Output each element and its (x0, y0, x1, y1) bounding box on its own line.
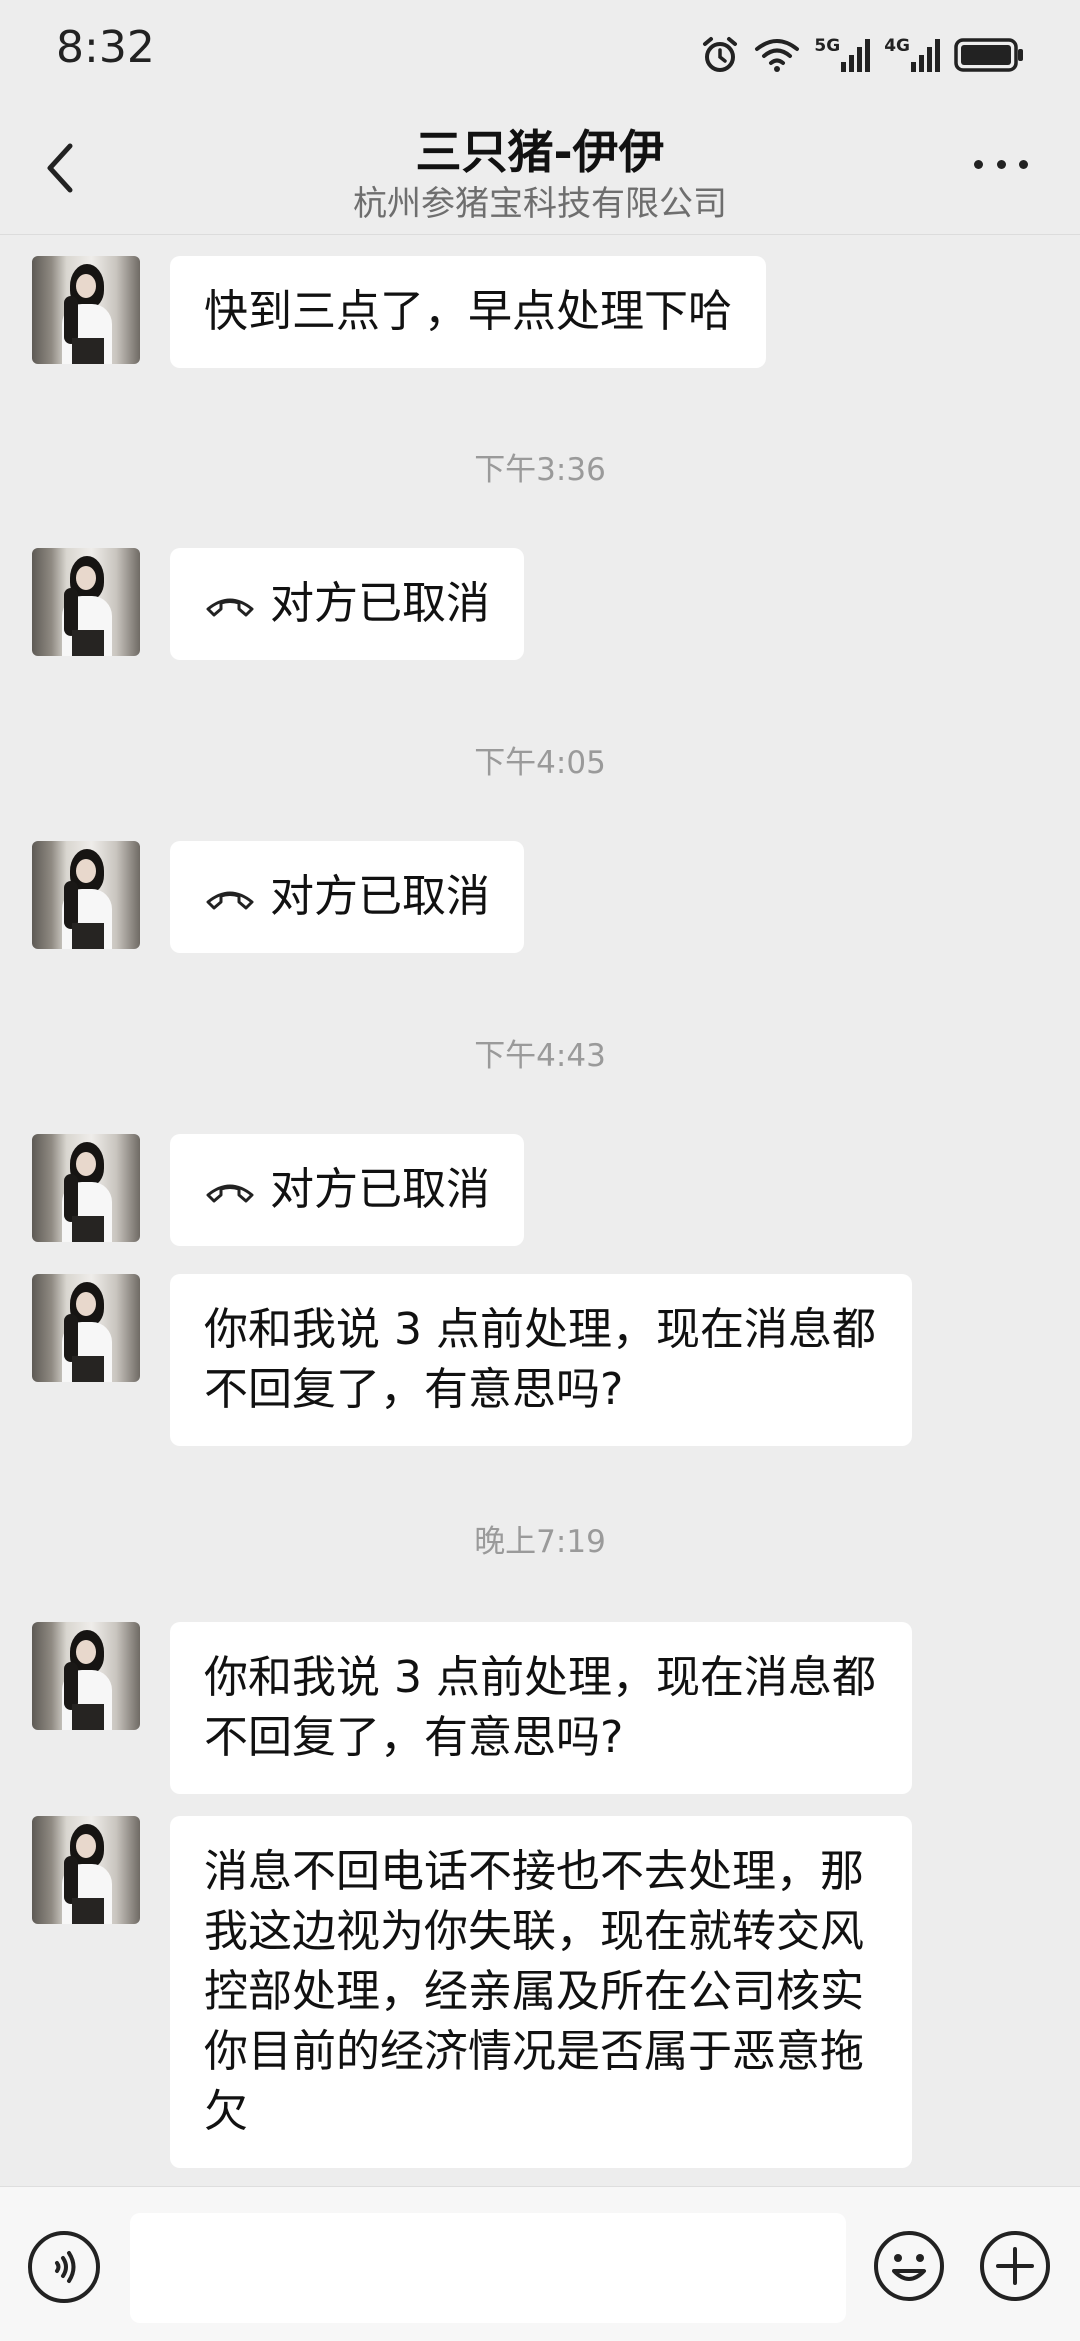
message-text: 你和我说 3 点前处理，现在消息都 (204, 1652, 876, 1703)
avatar[interactable] (32, 548, 140, 656)
contact-name: 三只猪-伊伊 (415, 125, 665, 179)
signal-bars-icon (911, 39, 940, 72)
emoji-icon (874, 2231, 944, 2301)
chat-messages[interactable]: 快到三点了，早点处理下哈 下午3:36 对方已取消 下午4:05 对方已取消 下… (0, 236, 1080, 2186)
chat-header: 三只猪-伊伊 杭州参猪宝科技有限公司 (0, 104, 1080, 235)
voice-icon (55, 2251, 76, 2283)
message-text: 不回复了，有意思吗? (204, 1712, 624, 1763)
avatar[interactable] (32, 841, 140, 949)
call-status-text: 对方已取消 (270, 578, 490, 629)
avatar[interactable] (32, 256, 140, 364)
network-5g-label: 5G (814, 36, 841, 56)
avatar[interactable] (32, 1134, 140, 1242)
message-input[interactable] (130, 2213, 846, 2323)
phone-hangup-icon (206, 891, 254, 910)
message-text: 控部处理，经亲属及所在公司核实 (204, 1966, 864, 2017)
plus-button[interactable] (978, 2229, 1052, 2303)
timestamp: 下午4:05 (474, 745, 606, 781)
network-4g-label: 4G (884, 36, 910, 56)
message-text: 消息不回电话不接也不去处理，那 (204, 1846, 864, 1897)
message-bubble[interactable]: 消息不回电话不接也不去处理，那 我这边视为你失联，现在就转交风 控部处理，经亲属… (170, 1816, 912, 2168)
timestamp: 下午3:36 (474, 452, 606, 488)
message-text: 你和我说 3 点前处理，现在消息都 (204, 1304, 876, 1355)
status-time: 8:32 (56, 22, 155, 73)
avatar[interactable] (32, 1816, 140, 1924)
call-bubble[interactable]: 对方已取消 (170, 1134, 524, 1246)
message-text: 我这边视为你失联，现在就转交风 (204, 1906, 864, 1957)
avatar[interactable] (32, 1274, 140, 1382)
message-text: 你目前的经济情况是否属于恶意拖 (204, 2026, 864, 2077)
phone-hangup-icon (206, 1184, 254, 1203)
voice-button[interactable] (28, 2231, 100, 2303)
signal-bars-icon (841, 39, 871, 72)
timestamp: 下午4:43 (474, 1038, 606, 1074)
alarm-icon (700, 35, 740, 75)
message-text: 不回复了，有意思吗? (204, 1364, 624, 1415)
status-icons: 5G 4G (700, 30, 1024, 80)
signal-5g: 5G (814, 36, 871, 72)
message-text: 欠 (204, 2086, 248, 2137)
call-status-text: 对方已取消 (270, 871, 490, 922)
signal-4g: 4G (884, 38, 940, 72)
call-bubble[interactable]: 对方已取消 (170, 841, 524, 953)
message-bubble[interactable]: 快到三点了，早点处理下哈 (170, 256, 766, 368)
input-bar (0, 2186, 1080, 2341)
phone-hangup-icon (206, 598, 254, 617)
call-bubble[interactable]: 对方已取消 (170, 548, 524, 660)
more-dots-icon (1019, 160, 1028, 169)
plus-icon (980, 2231, 1050, 2301)
avatar[interactable] (32, 1622, 140, 1730)
call-status-text: 对方已取消 (270, 1164, 490, 1215)
more-dots-icon (996, 160, 1006, 169)
battery-icon (954, 37, 1024, 73)
timestamp: 晚上7:19 (474, 1524, 606, 1560)
message-bubble[interactable]: 你和我说 3 点前处理，现在消息都 不回复了，有意思吗? (170, 1274, 912, 1446)
more-dots-icon (974, 160, 983, 169)
status-bar: 8:32 5G 4G (0, 0, 1080, 104)
message-bubble[interactable]: 你和我说 3 点前处理，现在消息都 不回复了，有意思吗? (170, 1622, 912, 1794)
contact-company: 杭州参猪宝科技有限公司 (353, 184, 727, 224)
more-button[interactable] (974, 160, 1028, 176)
emoji-button[interactable] (872, 2229, 946, 2303)
message-text: 快到三点了，早点处理下哈 (204, 286, 732, 337)
wifi-icon (754, 37, 800, 73)
